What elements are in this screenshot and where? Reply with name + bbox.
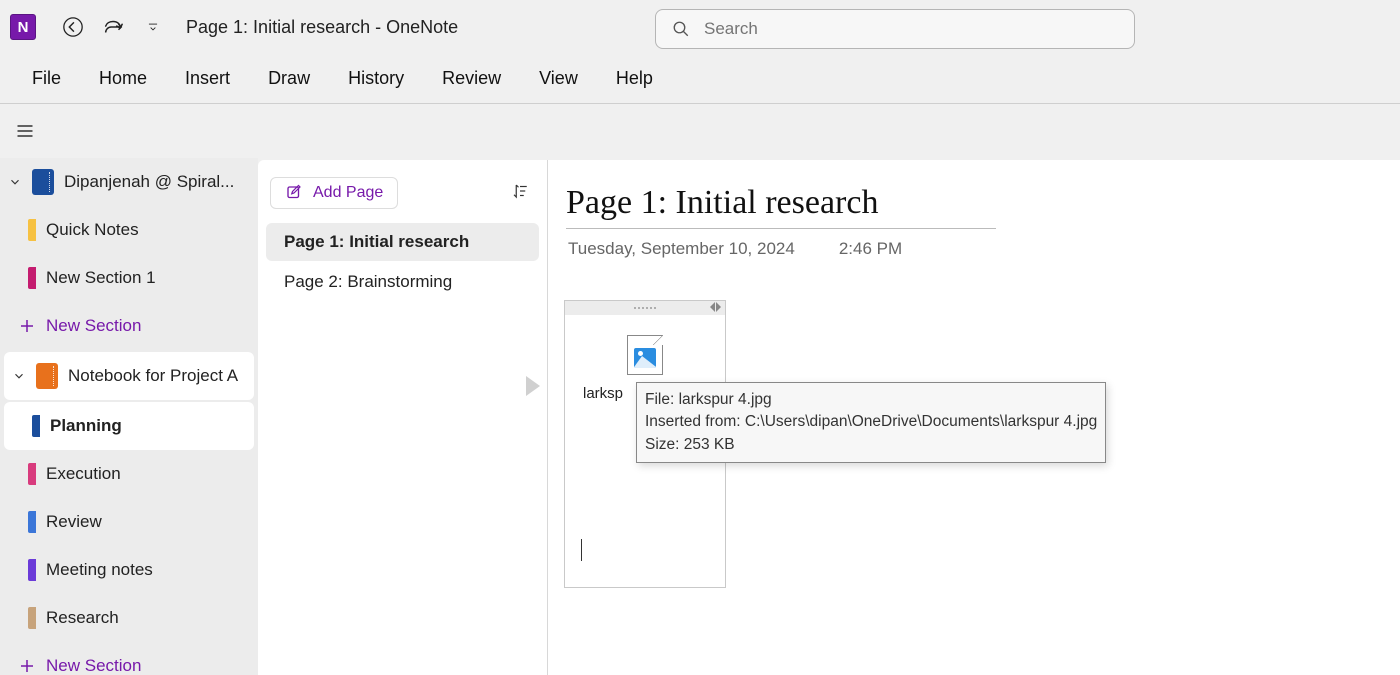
back-arrow-icon	[62, 16, 84, 38]
menu-help[interactable]: Help	[604, 60, 665, 97]
menu-file[interactable]: File	[20, 60, 73, 97]
section-name: Research	[46, 608, 119, 628]
add-section-button[interactable]: New Section	[0, 302, 258, 350]
notebook-icon	[32, 169, 54, 195]
section-name: Quick Notes	[46, 220, 139, 240]
page-time: 2:46 PM	[839, 239, 902, 259]
section-item[interactable]: Research	[0, 594, 258, 642]
title-bar: N Page 1: Initial research - OneNote	[0, 0, 1400, 54]
image-glyph-icon	[634, 348, 656, 368]
notebook-item[interactable]: Dipanjenah @ Spiral...	[0, 158, 258, 206]
page-date: Tuesday, September 10, 2024	[568, 239, 795, 259]
text-caret	[581, 539, 582, 561]
add-page-label: Add Page	[313, 184, 383, 202]
quick-access-dropdown[interactable]	[136, 10, 170, 44]
section-color-tab	[28, 463, 36, 485]
menu-bar: File Home Insert Draw History Review Vie…	[0, 54, 1400, 104]
ribbon-row	[0, 104, 1400, 158]
chevron-down-icon	[8, 175, 22, 189]
tooltip-line-size: Size: 253 KB	[645, 434, 1097, 456]
menu-review[interactable]: Review	[430, 60, 513, 97]
plus-icon	[18, 657, 36, 675]
sort-icon	[511, 182, 529, 200]
section-color-tab	[28, 511, 36, 533]
page-meta: Tuesday, September 10, 2024 2:46 PM	[566, 239, 1360, 259]
search-container	[655, 9, 1135, 49]
section-color-tab	[28, 607, 36, 629]
note-resize-handle[interactable]	[710, 302, 721, 312]
page-canvas[interactable]: Tuesday, September 10, 2024 2:46 PM lark…	[548, 160, 1400, 675]
section-item[interactable]: Execution	[0, 450, 258, 498]
section-color-tab	[32, 415, 40, 437]
sort-pages-button[interactable]	[505, 176, 535, 209]
section-item[interactable]: Meeting notes	[0, 546, 258, 594]
nav-icons	[56, 10, 170, 44]
menu-view[interactable]: View	[527, 60, 590, 97]
section-name: Execution	[46, 464, 121, 484]
tooltip-line-file: File: larkspur 4.jpg	[645, 389, 1097, 411]
menu-insert[interactable]: Insert	[173, 60, 242, 97]
add-section-label: New Section	[46, 656, 141, 675]
page-list-panel: Add Page Page 1: Initial research Page 2…	[258, 160, 548, 675]
nav-toggle-button[interactable]	[8, 114, 42, 148]
compose-icon	[285, 184, 303, 202]
section-item-active[interactable]: Planning	[4, 402, 254, 450]
notebook-item[interactable]: Notebook for Project A	[4, 352, 254, 400]
add-page-button[interactable]: Add Page	[270, 177, 398, 209]
hamburger-icon	[15, 121, 35, 141]
file-attachment-icon[interactable]	[627, 335, 663, 375]
tooltip-line-path: Inserted from: C:\Users\dipan\OneDrive\D…	[645, 411, 1097, 433]
back-button[interactable]	[56, 10, 90, 44]
section-color-tab	[28, 559, 36, 581]
section-item[interactable]: New Section 1	[0, 254, 258, 302]
note-drag-handle[interactable]	[565, 301, 725, 315]
add-section-label: New Section	[46, 316, 141, 336]
search-box[interactable]	[655, 9, 1135, 49]
chevron-down-icon	[12, 369, 26, 383]
undo-icon	[102, 16, 124, 38]
section-name: Review	[46, 512, 102, 532]
menu-history[interactable]: History	[336, 60, 416, 97]
undo-button[interactable]	[96, 10, 130, 44]
search-input[interactable]	[704, 19, 1118, 39]
menu-home[interactable]: Home	[87, 60, 159, 97]
section-name: Planning	[50, 416, 122, 436]
notebook-name: Dipanjenah @ Spiral...	[64, 172, 234, 192]
page-list-item-active[interactable]: Page 1: Initial research	[266, 223, 539, 261]
chevron-down-icon	[146, 20, 160, 34]
notebook-icon	[36, 363, 58, 389]
menu-draw[interactable]: Draw	[256, 60, 322, 97]
add-section-button[interactable]: New Section	[0, 642, 258, 675]
window-title: Page 1: Initial research - OneNote	[186, 17, 458, 38]
section-color-tab	[28, 219, 36, 241]
section-color-tab	[28, 267, 36, 289]
section-name: New Section 1	[46, 268, 156, 288]
main-area: Dipanjenah @ Spiral... Quick Notes New S…	[0, 158, 1400, 675]
section-name: Meeting notes	[46, 560, 153, 580]
search-icon	[672, 20, 690, 38]
notebook-name: Notebook for Project A	[68, 366, 238, 386]
page-list-item[interactable]: Page 2: Brainstorming	[266, 263, 539, 301]
app-icon: N	[10, 14, 36, 40]
section-item[interactable]: Quick Notes	[0, 206, 258, 254]
insert-indicator-icon	[526, 376, 540, 396]
section-item[interactable]: Review	[0, 498, 258, 546]
notebook-sidebar: Dipanjenah @ Spiral... Quick Notes New S…	[0, 158, 258, 675]
page-title-input[interactable]	[566, 184, 996, 229]
file-tooltip: File: larkspur 4.jpg Inserted from: C:\U…	[636, 382, 1106, 463]
plus-icon	[18, 317, 36, 335]
